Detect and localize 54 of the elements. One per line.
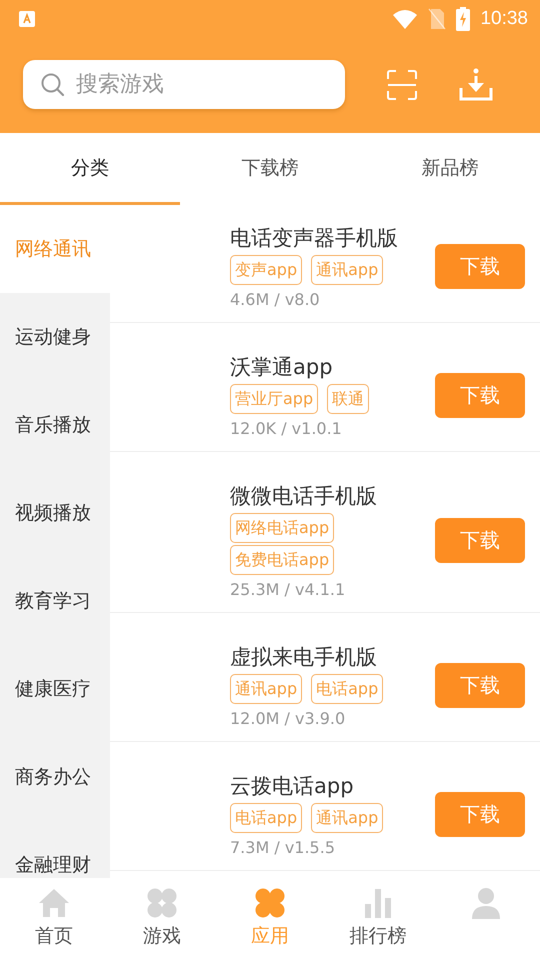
app-tag[interactable]: 电话app: [230, 803, 302, 833]
app-name: 云拨电话app: [230, 773, 355, 800]
status-time: 10:38: [480, 8, 528, 30]
tab[interactable]: 下载榜: [180, 133, 360, 205]
category-item[interactable]: 视频播放: [0, 469, 110, 557]
no-sim-icon: [428, 8, 446, 30]
app-tag[interactable]: 通讯app: [311, 803, 384, 833]
app-name: 虚拟来电手机版: [230, 644, 378, 671]
app-tag[interactable]: 联通: [327, 384, 370, 414]
app-tag[interactable]: 网络电话app: [230, 513, 334, 543]
nav-label[interactable]: 排行榜: [350, 923, 406, 949]
download-icon[interactable]: [458, 68, 494, 102]
tab[interactable]: 新品榜: [360, 133, 540, 205]
bar-chart-icon[interactable]: [362, 887, 394, 919]
app-tag[interactable]: 变声app: [230, 255, 302, 285]
app-name: 电话变声器手机版: [230, 225, 399, 252]
app-size-version: 12.0K / v1.0.1: [230, 419, 343, 439]
home-icon[interactable]: [38, 887, 70, 919]
search-input[interactable]: 搜索游戏: [74, 60, 345, 109]
category-item[interactable]: 教育学习: [0, 557, 110, 645]
category-item[interactable]: 音乐播放: [0, 381, 110, 469]
app-size-version: 25.3M / v4.1.1: [230, 580, 346, 600]
download-button[interactable]: 下载: [435, 244, 525, 289]
search-icon: [40, 72, 66, 98]
nav-label[interactable]: 游戏: [143, 923, 181, 949]
app-name: 微微电话手机版: [230, 483, 378, 510]
person-icon[interactable]: [470, 887, 502, 919]
app-size-version: 7.3M / v1.5.5: [230, 838, 336, 858]
category-item[interactable]: 商务办公: [0, 733, 110, 821]
category-item[interactable]: 运动健身: [0, 293, 110, 381]
battery-charging-icon: [456, 7, 470, 31]
app-tag[interactable]: 电话app: [311, 674, 384, 704]
download-button[interactable]: 下载: [435, 792, 525, 837]
app-tag[interactable]: 免费电话app: [230, 545, 334, 575]
app-size-version: 12.0M / v3.9.0: [230, 709, 346, 729]
search-field[interactable]: 搜索游戏: [23, 60, 345, 109]
four-petals-icon[interactable]: [254, 887, 286, 919]
four-circles-icon[interactable]: [146, 887, 178, 919]
nav-label[interactable]: 首页: [35, 923, 73, 949]
app-tag[interactable]: 通讯app: [230, 674, 302, 704]
download-button[interactable]: 下载: [435, 663, 525, 708]
category-item[interactable]: 网络通讯: [0, 205, 110, 293]
app-size-version: 4.6M / v8.0: [230, 290, 321, 310]
scan-icon[interactable]: [386, 68, 418, 100]
download-button[interactable]: 下载: [435, 373, 525, 418]
nav-label[interactable]: 应用: [251, 923, 289, 949]
category-item[interactable]: 健康医疗: [0, 645, 110, 733]
download-button[interactable]: 下载: [435, 518, 525, 563]
app-name: 沃掌通app: [230, 354, 334, 381]
category-item[interactable]: 金融理财: [0, 821, 110, 878]
app-tag[interactable]: 营业厅app: [230, 384, 318, 414]
app-notification-icon: [19, 11, 35, 27]
wifi-icon: [392, 9, 418, 29]
app-tag[interactable]: 通讯app: [311, 255, 384, 285]
